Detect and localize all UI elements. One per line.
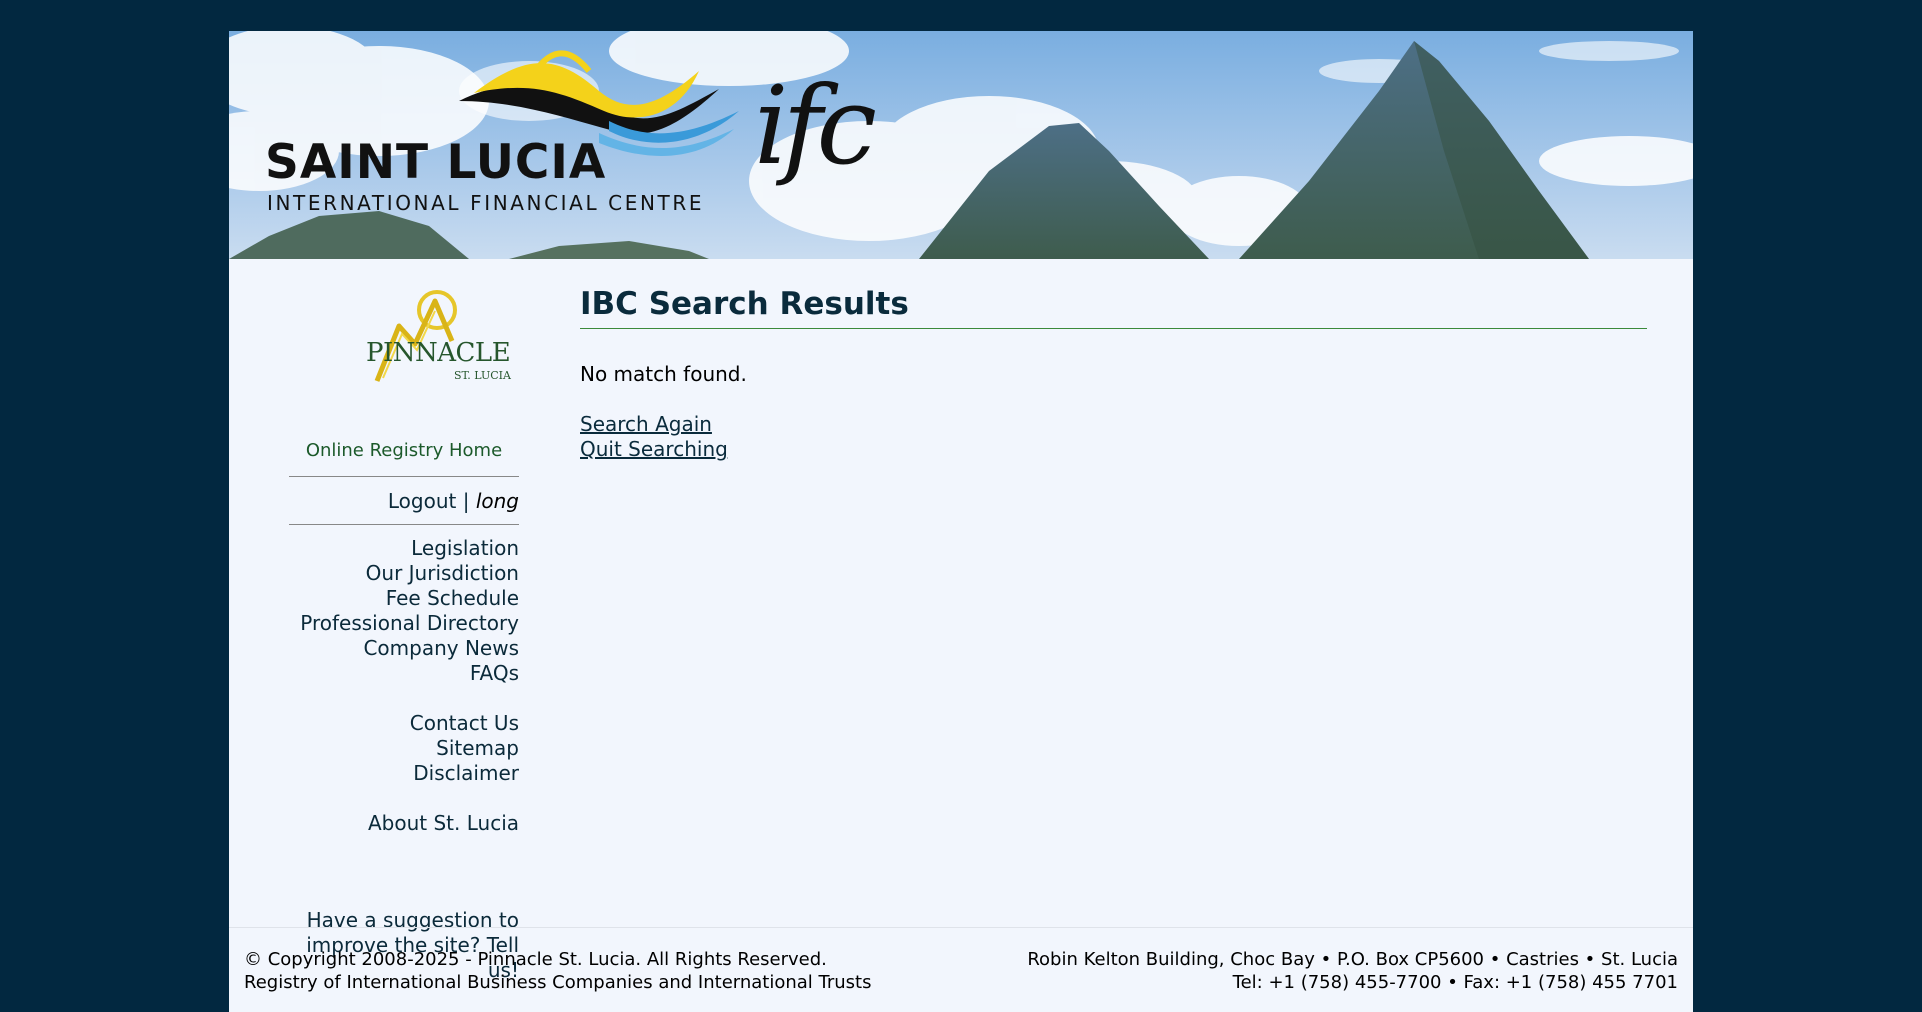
online-registry-home-link[interactable]: Online Registry Home [289, 440, 519, 461]
logout-separator: | [462, 489, 470, 513]
nav-item-fee-schedule[interactable]: Fee Schedule [289, 586, 519, 611]
brand-subtitle: INTERNATIONAL FINANCIAL CENTRE [267, 191, 705, 215]
nav-item-our-jurisdiction[interactable]: Our Jurisdiction [289, 561, 519, 586]
nav-item-sitemap[interactable]: Sitemap [289, 736, 519, 761]
result-message: No match found. [580, 362, 747, 386]
logout-line: Logout | long [289, 489, 519, 513]
nav-group-primary: Legislation Our Jurisdiction Fee Schedul… [289, 536, 519, 686]
header-banner: SAINT LUCIA INTERNATIONAL FINANCIAL CENT… [229, 31, 1693, 259]
footer-copyright: © Copyright 2008-2025 - Pinnacle St. Luc… [244, 949, 827, 970]
footer-contact: Tel: +1 (758) 455-7700 • Fax: +1 (758) 4… [1232, 972, 1678, 993]
footer: © Copyright 2008-2025 - Pinnacle St. Luc… [229, 927, 1693, 1012]
nav-item-about-st-lucia[interactable]: About St. Lucia [289, 811, 519, 836]
pinnacle-logo[interactable]: PINNACLE ST. LUCIA [327, 286, 511, 386]
sidebar-divider [289, 524, 519, 525]
nav-item-legislation[interactable]: Legislation [289, 536, 519, 561]
page-title: IBC Search Results [580, 286, 1647, 329]
quit-searching-link[interactable]: Quit Searching [580, 437, 728, 462]
nav-item-professional-directory[interactable]: Professional Directory [289, 611, 519, 636]
current-username: long [475, 489, 519, 513]
search-again-link[interactable]: Search Again [580, 412, 728, 437]
pinnacle-sub-wordmark: ST. LUCIA [454, 369, 511, 382]
footer-registry: Registry of International Business Compa… [244, 972, 872, 993]
logout-link[interactable]: Logout [388, 489, 456, 513]
brand-ifc-logo-text: ifc [754, 64, 877, 189]
nav-item-contact-us[interactable]: Contact Us [289, 711, 519, 736]
nav-item-company-news[interactable]: Company News [289, 636, 519, 661]
pinnacle-wordmark: PINNACLE [366, 338, 511, 368]
main-content: IBC Search Results No match found. Searc… [580, 286, 1647, 461]
nav-group-secondary: Contact Us Sitemap Disclaimer [289, 711, 519, 786]
nav-group-tertiary: About St. Lucia [289, 811, 519, 836]
sidebar-divider [289, 476, 519, 477]
footer-address: Robin Kelton Building, Choc Bay • P.O. B… [1027, 949, 1678, 970]
footer-right: Robin Kelton Building, Choc Bay • P.O. B… [1027, 948, 1678, 994]
result-actions: Search Again Quit Searching [580, 412, 728, 462]
page-container: SAINT LUCIA INTERNATIONAL FINANCIAL CENT… [229, 31, 1693, 1012]
footer-left: © Copyright 2008-2025 - Pinnacle St. Luc… [244, 948, 872, 994]
nav-item-faqs[interactable]: FAQs [289, 661, 519, 686]
brand-title: SAINT LUCIA [265, 135, 607, 190]
nav-item-disclaimer[interactable]: Disclaimer [289, 761, 519, 786]
